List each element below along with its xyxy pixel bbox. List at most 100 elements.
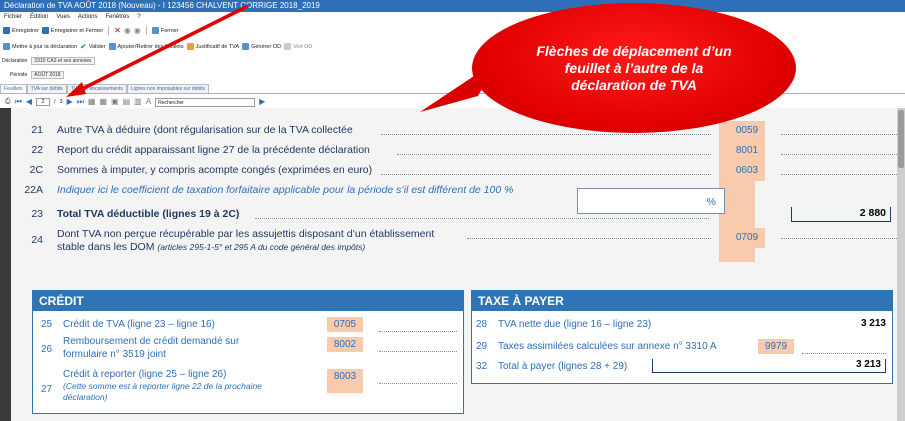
- callout-text: Flèches de déplacement d’un feuillet à l…: [536, 42, 732, 93]
- search-next-icon[interactable]: ▶: [259, 98, 265, 106]
- font-icon[interactable]: A: [146, 98, 151, 106]
- amount-field[interactable]: [802, 353, 886, 354]
- amount-field[interactable]: [781, 134, 897, 135]
- save-close-icon: [41, 27, 49, 34]
- validate-button[interactable]: ✔ Valider: [80, 42, 105, 51]
- line-code: 9979: [758, 339, 794, 354]
- taxe-line-29: 29 Taxes assimilées calculées sur annexe…: [476, 341, 717, 352]
- add-remove-icon: [108, 43, 116, 50]
- record-icon: ◉: [123, 26, 131, 35]
- line-label-note: (articles 295-1-5° et 295 A du code géné…: [157, 242, 366, 252]
- tab-lignes-non-imposables[interactable]: Lignes non imposables sur débits: [126, 84, 210, 93]
- line-code: 0705: [327, 317, 363, 332]
- menu-fichier[interactable]: Fichier: [4, 12, 22, 22]
- percent-unit: %: [706, 196, 716, 208]
- first-page-icon[interactable]: ⏮: [15, 98, 22, 106]
- line-label: Total TVA déductible (lignes 19 à 2C): [57, 208, 240, 220]
- total-payer-amount[interactable]: 3 213: [652, 359, 886, 373]
- tab-feuillets[interactable]: Feuillets: [0, 84, 27, 93]
- line-code: 0603: [729, 161, 765, 181]
- line-label: Total à payer (lignes 28 + 29): [498, 361, 628, 372]
- amount-field[interactable]: [781, 154, 897, 155]
- update-label: Mettre à jour la déclaration: [12, 43, 78, 50]
- line-label-second: stable dans les DOM (articles 295-1-5° e…: [57, 241, 365, 253]
- save-close-label: Enregistrer et Fermer: [50, 27, 104, 34]
- save-button[interactable]: Enregistrer: [3, 27, 39, 34]
- taxe-line-28: 28 TVA nette due (ligne 16 – ligne 23) 3…: [476, 318, 886, 330]
- amount-field[interactable]: [379, 331, 457, 332]
- close-label: Fermer: [160, 27, 179, 34]
- generate-label: Générer OD: [251, 43, 282, 50]
- tab-tva-encaissements[interactable]: TVA sur encaissements: [66, 84, 127, 93]
- page-view-icon[interactable]: ▣: [111, 98, 119, 106]
- last-page-icon[interactable]: ⏭: [77, 98, 84, 106]
- zoom-in-icon[interactable]: ▦: [99, 98, 107, 106]
- line-24: 24 Dont TVA non perçue récupérable par l…: [21, 228, 897, 258]
- next-page-icon[interactable]: ▶: [67, 98, 73, 106]
- credit-line-26: 26: [41, 344, 52, 355]
- justificatif-button[interactable]: Justificatif de TVA: [186, 43, 239, 50]
- line-22a: 22A Indiquer ici le coefficient de taxat…: [21, 184, 887, 214]
- print-icon[interactable]: ⎙: [5, 98, 11, 106]
- dotted-leader: [381, 174, 711, 175]
- dotted-leader: [255, 218, 709, 219]
- add-remove-button[interactable]: Ajouter/Retirer des feuillets: [108, 43, 184, 50]
- line-label-second: formulaire n° 3519 joint: [63, 349, 166, 360]
- line-label: Report du crédit apparaissant ligne 27 d…: [57, 144, 370, 156]
- declaration-row: Déclaration 3310 CA3 et ses annexes: [2, 57, 95, 65]
- line-number: 21: [31, 124, 43, 136]
- tva-nette-amount[interactable]: 3 213: [861, 318, 886, 329]
- tab-tva-debits[interactable]: TVA sur débits: [26, 84, 67, 93]
- dotted-leader: [381, 134, 711, 135]
- page-number-input[interactable]: 2: [35, 98, 50, 106]
- window-title: Déclaration de TVA AOÛT 2018 (Nouveau) -…: [0, 0, 905, 12]
- amount-field[interactable]: [781, 174, 897, 175]
- validate-label: Valider: [88, 43, 106, 50]
- generate-od-button[interactable]: Générer OD: [242, 43, 281, 50]
- amount-field[interactable]: [379, 383, 457, 384]
- line-label: Remboursement de crédit demandé sur: [63, 336, 240, 347]
- credit-section: CRÉDIT 25 Crédit de TVA (ligne 23 – lign…: [32, 290, 464, 414]
- menu-vues[interactable]: Vues: [56, 12, 69, 22]
- line-22: 22 Report du crédit apparaissant ligne 2…: [21, 141, 897, 162]
- save-close-button[interactable]: Enregistrer et Fermer: [41, 27, 104, 34]
- record-button[interactable]: ◉: [124, 26, 131, 35]
- left-margin-bar: [0, 108, 11, 421]
- update-button[interactable]: Mettre à jour la déclaration: [3, 43, 77, 50]
- close-button[interactable]: Fermer: [151, 27, 179, 34]
- periode-label: Période: [10, 72, 28, 78]
- line-note: (Cette somme est à reporter ligne 22 de …: [63, 381, 262, 391]
- menu-fenetres[interactable]: Fenêtres: [106, 12, 130, 22]
- cut-button[interactable]: ✕: [114, 26, 121, 35]
- layout-icon[interactable]: ▥: [134, 98, 142, 106]
- line-code: 0709: [729, 228, 765, 248]
- declaration-field[interactable]: 3310 CA3 et ses annexes: [31, 57, 95, 65]
- view-icon: [284, 43, 292, 50]
- amount-field[interactable]: [781, 238, 897, 239]
- menu-help[interactable]: ?: [137, 12, 140, 22]
- line-number: 25: [41, 319, 53, 330]
- scrollbar-thumb[interactable]: [898, 110, 904, 168]
- search-input[interactable]: Rechercher: [155, 97, 256, 107]
- total-deductible-amount[interactable]: 2 880: [791, 207, 891, 222]
- zoom-out-icon[interactable]: ▦: [88, 98, 96, 106]
- line-note-second: déclaration): [63, 392, 108, 402]
- view-od-button[interactable]: Voir OD: [284, 43, 312, 50]
- amount-field[interactable]: [379, 351, 457, 352]
- previous-page-icon[interactable]: ◀: [26, 98, 32, 106]
- line-label-main: stable dans les DOM: [57, 241, 155, 253]
- periode-row: Période AOÛT 2018: [10, 71, 64, 79]
- line-label: TVA nette due (ligne 16 – ligne 23): [498, 319, 652, 330]
- declaration-label: Déclaration: [2, 58, 28, 64]
- export-icon[interactable]: ▤: [123, 98, 131, 106]
- stop-icon: ◉: [133, 26, 141, 35]
- vertical-scrollbar[interactable]: [897, 108, 905, 421]
- menu-edition[interactable]: Édition: [30, 12, 48, 22]
- periode-field[interactable]: AOÛT 2018: [31, 71, 64, 79]
- menu-actions[interactable]: Actions: [78, 12, 98, 22]
- callout-bubble: Flèches de déplacement d’un feuillet à l…: [472, 3, 796, 133]
- stop-button[interactable]: ◉: [134, 26, 141, 35]
- line-number: 23: [31, 208, 43, 220]
- check-icon: ✔: [80, 42, 87, 51]
- line-label: Dont TVA non perçue récupérable par les …: [57, 228, 435, 240]
